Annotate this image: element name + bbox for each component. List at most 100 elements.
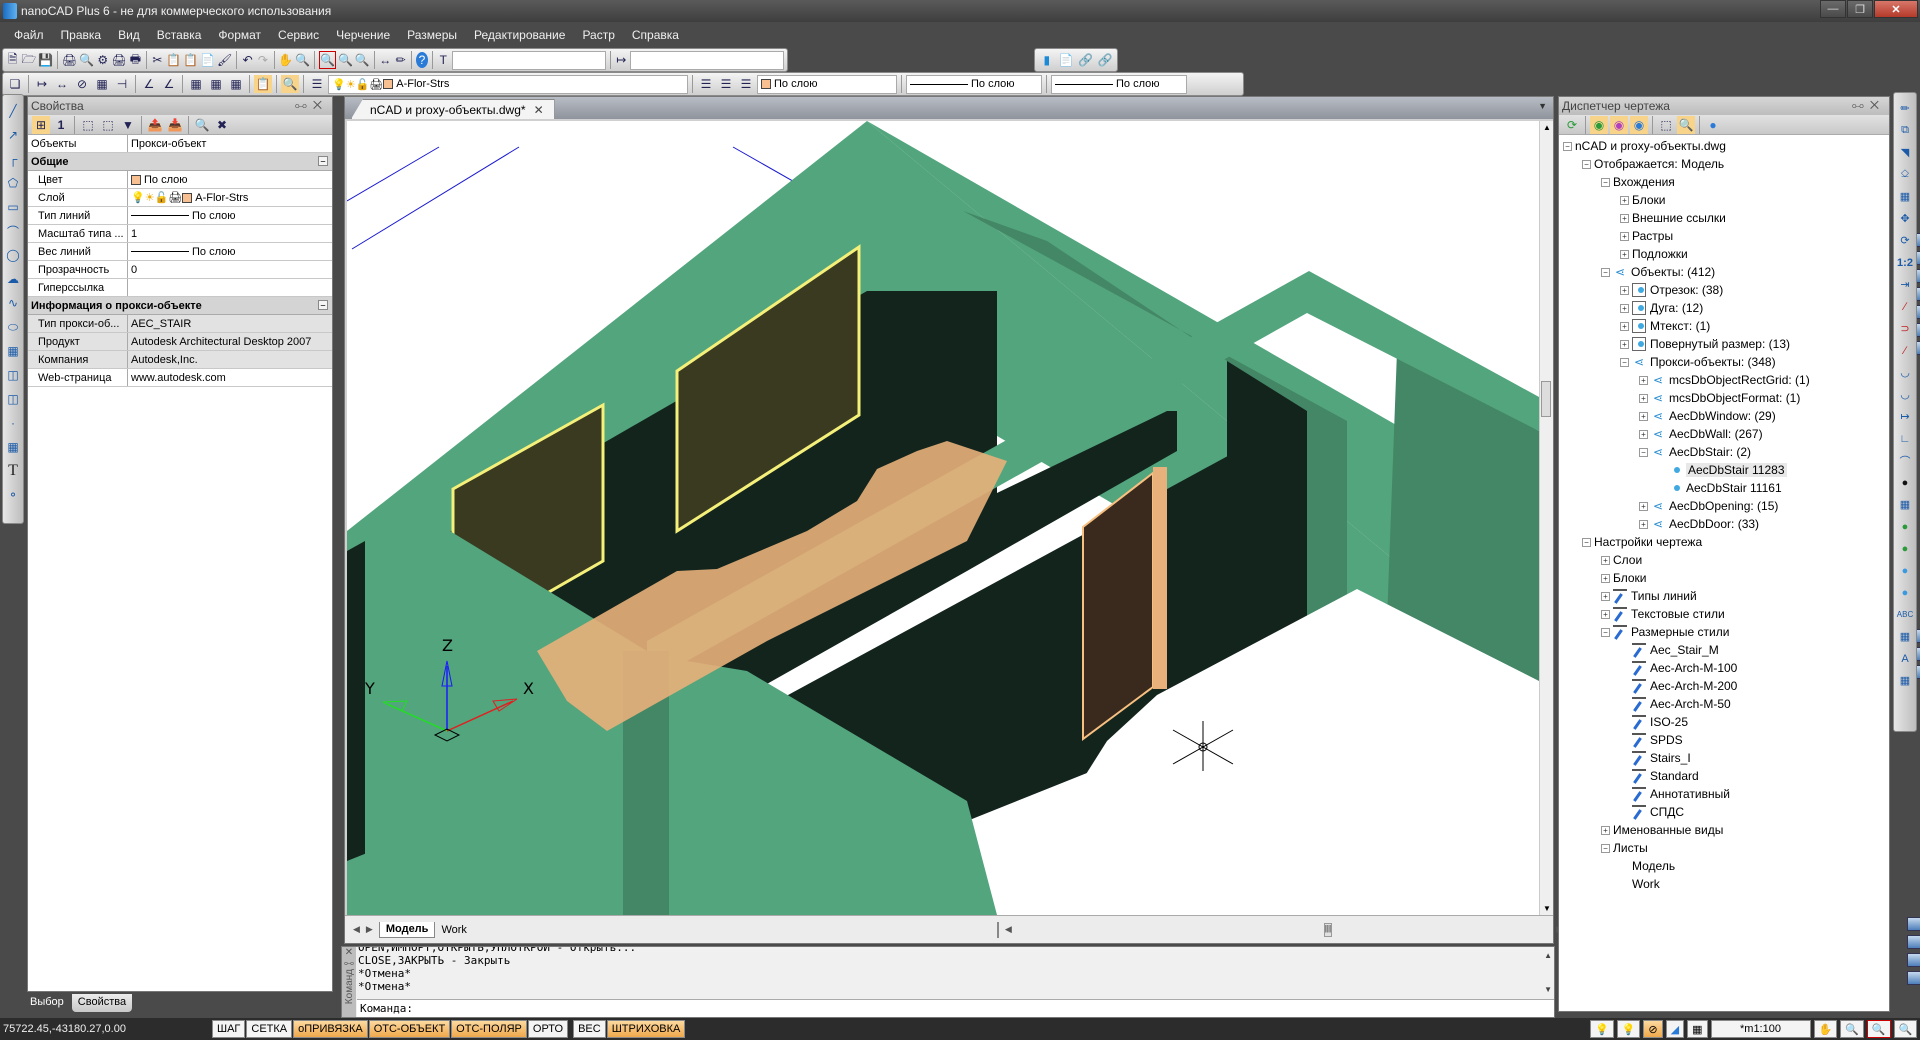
prop-row-company[interactable]: Компания Autodesk,Inc.: [28, 351, 332, 369]
tree-node[interactable]: − Размерные стили: [1563, 623, 1889, 641]
vertical-scrollbar[interactable]: ▲ ▼: [1539, 121, 1553, 915]
show-remove-icon[interactable]: ◉: [1610, 115, 1628, 134]
tab-list-dropdown-icon[interactable]: ▼: [1538, 101, 1547, 111]
tree-node[interactable]: + ⋖ AecDbWindow: (29): [1563, 407, 1889, 425]
table-format-icon[interactable]: ▦: [227, 75, 245, 93]
prop-row-product[interactable]: Продукт Autodesk Architectural Desktop 2…: [28, 333, 332, 351]
copy-object-icon[interactable]: ⧉: [1896, 121, 1914, 140]
tree-node[interactable]: − Настройки чертежа: [1563, 533, 1920, 643]
expand-toggle-icon[interactable]: +: [1620, 339, 1629, 349]
tree-node[interactable]: + ⋖ mcsDbObjectFormat: (1): [1563, 389, 1889, 407]
collapse-toggle-icon[interactable]: −: [1582, 159, 1591, 169]
move-icon[interactable]: ✥: [1896, 209, 1914, 228]
prop-row-color[interactable]: Цвет По слою: [28, 171, 332, 189]
model-space-icon[interactable]: ▦: [1687, 1020, 1708, 1038]
expand-toggle-icon[interactable]: +: [1601, 825, 1610, 835]
expand-toggle-icon[interactable]: +: [1639, 429, 1648, 439]
zoom-extents-icon[interactable]: 🔍: [355, 51, 370, 69]
tree-node[interactable]: + ⋖ AecDbOpening: (15): [1563, 497, 1889, 515]
lineweight-combo[interactable]: По слою: [1051, 74, 1187, 94]
create-block-icon[interactable]: ◫: [4, 389, 22, 409]
properties-toggle-icon[interactable]: 📋: [254, 75, 272, 93]
cloud-icon[interactable]: ☁: [4, 269, 22, 289]
color-combo[interactable]: По слою: [757, 74, 897, 94]
prop-row-hyperlink[interactable]: Гиперссылка: [28, 279, 332, 297]
expand-toggle-icon[interactable]: +: [1601, 609, 1610, 619]
proxy-info-category[interactable]: Информация о прокси-объекте –: [28, 297, 332, 315]
pan-icon[interactable]: ✋: [278, 51, 293, 69]
offset-icon[interactable]: ⎐: [1896, 165, 1914, 184]
status-toggle[interactable]: ОТС-ОБЪЕКТ: [368, 1020, 451, 1038]
menu-insert[interactable]: Вставка: [157, 28, 202, 42]
spline-icon[interactable]: ∿: [4, 293, 22, 313]
ellipse-icon[interactable]: ⬭: [4, 317, 22, 337]
expand-toggle-icon[interactable]: +: [1639, 501, 1648, 511]
expand-toggle-icon[interactable]: +: [1601, 555, 1610, 565]
hatch-icon[interactable]: ▦: [4, 341, 22, 361]
annotations-front-icon[interactable]: A: [1896, 649, 1914, 668]
tree-node[interactable]: AecDbStair 11283: [1563, 461, 1889, 479]
menu-help[interactable]: Справка: [632, 28, 679, 42]
collapse-toggle-icon[interactable]: −: [1582, 537, 1591, 547]
tree-node[interactable]: Aec-Arch-M-100: [1563, 659, 1889, 677]
layer-manager-icon[interactable]: ☰: [308, 75, 326, 93]
history-scroll-down-icon[interactable]: ▼: [1544, 985, 1552, 994]
tree-node[interactable]: + Отрезок: (38): [1563, 281, 1889, 299]
tree-node[interactable]: Aec-Arch-M-50: [1563, 695, 1889, 713]
arc-icon[interactable]: ⌒: [4, 221, 22, 241]
menu-file[interactable]: Файл: [14, 28, 44, 42]
trim-icon[interactable]: ∕: [1896, 297, 1914, 316]
dim-aligned-icon[interactable]: ↔: [53, 75, 71, 93]
match-properties-icon[interactable]: 🖌: [217, 51, 232, 69]
layer-match-icon[interactable]: ☰: [737, 75, 755, 93]
tree-node[interactable]: + ⋖ AecDbWall: (267): [1563, 425, 1889, 443]
objects-row[interactable]: Объекты Прокси-объект: [28, 135, 332, 153]
tree-node[interactable]: Аннотативный: [1563, 785, 1889, 803]
update-icon[interactable]: ●: [1704, 116, 1722, 134]
link-icon[interactable]: 🔗: [1077, 51, 1095, 69]
plot-icon[interactable]: ⚙: [96, 51, 109, 69]
show-add-icon[interactable]: ◉: [1590, 115, 1608, 134]
collapse-icon[interactable]: –: [318, 300, 328, 310]
layout-tab-work[interactable]: Work: [435, 922, 472, 938]
tree-node[interactable]: Work: [1563, 875, 1920, 985]
sync-icon[interactable]: ▮: [1038, 51, 1056, 69]
collapse-toggle-icon[interactable]: −: [1601, 177, 1610, 187]
prop-row-linetype-scale[interactable]: Масштаб типа ... 1: [28, 225, 332, 243]
collapse-toggle-icon[interactable]: −: [1620, 357, 1629, 367]
tree-node[interactable]: − Отображается: Модель: [1563, 155, 1920, 265]
prop-row-proxy-type[interactable]: Тип прокси-об... AEC_STAIR: [28, 315, 332, 333]
table-insert-icon[interactable]: ▦: [187, 75, 205, 93]
lightbulb-icon[interactable]: 💡: [1616, 1020, 1641, 1038]
document-tab[interactable]: nCAD и proxy-объекты.dwg* ✕: [351, 99, 555, 119]
menu-view[interactable]: Вид: [118, 28, 140, 42]
history-scroll-up-icon[interactable]: ▲: [1544, 951, 1552, 960]
tab-scroll-right-icon[interactable]: ▶: [366, 924, 373, 935]
objects-value[interactable]: Прокси-объект: [128, 138, 332, 150]
zoom-icon[interactable]: 🔍: [1840, 1020, 1864, 1038]
text-style-icon[interactable]: T: [437, 51, 450, 69]
tree-node[interactable]: + Именованные виды: [1563, 821, 1920, 931]
fillet-icon[interactable]: ⌒: [1896, 451, 1914, 470]
menu-raster[interactable]: Растр: [582, 28, 614, 42]
collapse-icon[interactable]: –: [318, 156, 328, 166]
expand-toggle-icon[interactable]: +: [1620, 321, 1629, 331]
tree-node[interactable]: + Подложки: [1563, 245, 1920, 355]
dim-linear-icon[interactable]: ↦: [33, 75, 51, 93]
tree-node[interactable]: + Растры: [1563, 227, 1920, 337]
dim-style-icon[interactable]: ↦: [615, 51, 628, 69]
prop-row-layer[interactable]: Слой 💡 ☀ 🔓 🖨 A-Flor-Strs: [28, 189, 332, 207]
send-under-icon[interactable]: ●: [1896, 583, 1914, 602]
circle-icon[interactable]: ◯: [4, 245, 22, 265]
lengthen-icon[interactable]: ∕: [1896, 341, 1914, 360]
quick-select-icon[interactable]: ⬚: [99, 116, 117, 134]
scroll-up-icon[interactable]: ▲: [1543, 123, 1551, 132]
pin-icon[interactable]: ⧟: [295, 98, 313, 112]
array-icon[interactable]: ▦: [1896, 187, 1914, 206]
preview-icon[interactable]: 🔍: [79, 51, 94, 69]
model-viewport[interactable]: Z Y X: [347, 121, 1539, 915]
erase-icon[interactable]: ✏: [1896, 99, 1914, 118]
menu-dimensions[interactable]: Размеры: [407, 28, 457, 42]
command-close-icon[interactable]: ✕: [345, 947, 353, 958]
attribute-icon[interactable]: ⚬: [4, 485, 22, 505]
